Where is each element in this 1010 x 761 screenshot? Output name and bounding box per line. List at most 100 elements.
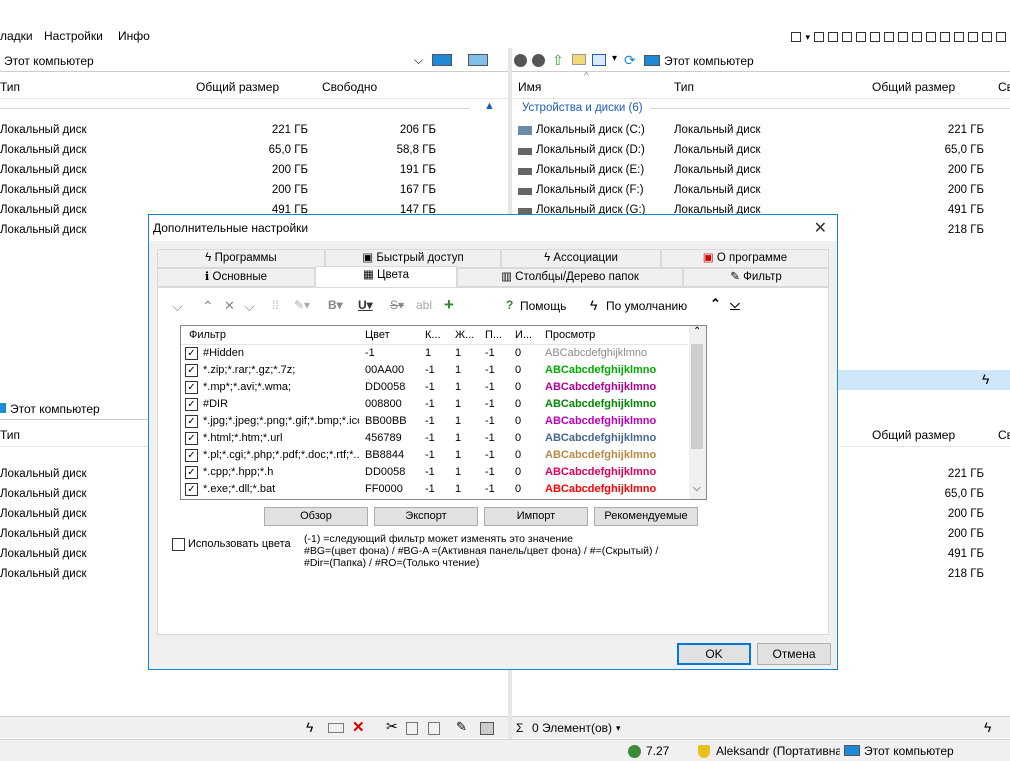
delete-icon[interactable]: ✕	[352, 718, 365, 736]
list-item[interactable]: 491 ГБ	[880, 548, 986, 568]
grid-col-preview[interactable]: Просмотр	[545, 329, 595, 341]
close-icon[interactable]: ✕	[814, 218, 827, 238]
layout-12-icon[interactable]	[968, 32, 978, 42]
items-dropdown-icon[interactable]: ▾	[616, 723, 621, 734]
back-icon[interactable]	[514, 54, 527, 67]
menu-item-info[interactable]: Инфо	[118, 29, 150, 43]
menu-item-settings[interactable]: Настройки	[44, 29, 103, 43]
computer-label[interactable]: Этот компьютер	[864, 744, 954, 758]
layout-9-icon[interactable]	[926, 32, 936, 42]
layout-7-icon[interactable]	[898, 32, 908, 42]
item-count[interactable]: 0 Элемент(ов)	[532, 721, 612, 735]
cancel-button[interactable]: Отмена	[757, 643, 831, 665]
grid-scrollbar[interactable]: ⌃ ⌵	[689, 326, 706, 499]
left-address-bar[interactable]: Этот компьютер ⌵	[0, 50, 508, 72]
user-label[interactable]: Aleksandr (Портативна	[716, 744, 840, 758]
list-item[interactable]: 221 ГБ	[880, 468, 986, 488]
tab-general[interactable]: ℹ Основные	[157, 268, 315, 287]
grid-col-p[interactable]: П...	[485, 329, 502, 341]
ok-button[interactable]: OK	[677, 643, 751, 665]
move-up-icon[interactable]: ⌃	[202, 298, 214, 315]
add-icon[interactable]: +	[444, 295, 454, 315]
grid-col-i[interactable]: И...	[515, 329, 532, 341]
help-button[interactable]: Помощь	[520, 299, 566, 313]
lightning-icon[interactable]: ϟ	[984, 719, 991, 735]
computer-icon[interactable]	[468, 54, 488, 66]
layout-13-icon[interactable]	[982, 32, 992, 42]
layout-8-icon[interactable]	[912, 32, 922, 42]
strikethrough-icon[interactable]: S▾	[390, 298, 404, 312]
version-label[interactable]: 7.27	[646, 744, 669, 758]
grid-row[interactable]: ✓ *.html;*.htm;*.url 456789 -1 1 -1 0 ABCabcdef…	[181, 430, 691, 447]
grid-row[interactable]: ✓ #DIR 008800 -1 1 -1 0 ABCabcdefghijklmno	[181, 396, 691, 413]
grid-row[interactable]: ✓ *.jpg;*.jpeg;*.png;*.gif;*.bmp;*.ico BB0…	[181, 413, 691, 430]
import-button[interactable]: Импорт	[484, 507, 588, 526]
layout-1-icon[interactable]	[814, 32, 824, 42]
use-colors-checkbox[interactable]	[172, 538, 185, 551]
list-item[interactable]: 65,0 ГБ	[880, 488, 986, 508]
browse-button[interactable]: Обзор	[264, 507, 368, 526]
view-dropdown-icon[interactable]: ▾	[612, 53, 617, 64]
list-item[interactable]: 218 ГБ	[880, 568, 986, 588]
grid-col-color[interactable]: Цвет	[365, 329, 390, 341]
copy-icon[interactable]	[406, 722, 418, 735]
grid-row[interactable]: ✓ *.zip;*.rar;*.gz;*.7z; 00AA00 -1 1 -1 0 ABCab…	[181, 362, 691, 379]
layout-6-icon[interactable]	[884, 32, 894, 42]
underline-icon[interactable]: U▾	[358, 298, 373, 312]
tab-columns-tree[interactable]: ▥ Столбцы/Дерево папок	[457, 268, 683, 287]
cut-icon[interactable]: ✂	[386, 718, 398, 735]
col-free[interactable]: Св	[998, 428, 1010, 442]
list-item[interactable]: 200 ГБ	[880, 528, 986, 548]
up-folder-icon[interactable]: ⇧	[552, 52, 564, 69]
grid-col-zh[interactable]: Ж...	[455, 329, 474, 341]
list-item[interactable]: Локальный диск 65,0 ГБ 58,8 ГБ	[0, 144, 508, 164]
address-dropdown-icon[interactable]: ⌵	[414, 53, 423, 68]
folder-icon[interactable]	[572, 54, 586, 65]
row-checkbox[interactable]: ✓	[185, 347, 198, 360]
layout-11-icon[interactable]	[954, 32, 964, 42]
menu-item-tabs[interactable]: ладки	[0, 29, 33, 43]
layout-2-icon[interactable]	[828, 32, 838, 42]
layout-5-icon[interactable]	[870, 32, 880, 42]
layout-3-icon[interactable]	[842, 32, 852, 42]
lightning-icon[interactable]: ϟ	[306, 719, 313, 735]
tab-about[interactable]: ▣ О программе	[661, 249, 829, 268]
grid-row[interactable]: ✓ *.pl;*.cgi;*.php;*.pdf;*.doc;*.rtf;*...…	[181, 447, 691, 464]
calculator-icon[interactable]	[480, 722, 494, 735]
expand-all-icon[interactable]: ⌵	[730, 296, 740, 312]
edit-icon[interactable]: ✎	[456, 719, 467, 735]
refresh-icon[interactable]: ⟳	[624, 52, 636, 69]
collapse-chevron-icon[interactable]: ▲	[484, 100, 495, 112]
list-item[interactable]: Локальный диск 200 ГБ 191 ГБ	[0, 164, 508, 184]
grid-col-k[interactable]: К...	[425, 329, 441, 341]
grid-row[interactable]: ✓ *.exe;*.dll;*.bat FF0000 -1 1 -1 0 ABCabcdefg…	[181, 481, 691, 498]
col-type[interactable]: Тип	[674, 80, 694, 94]
layout-4-icon[interactable]	[856, 32, 866, 42]
group-header[interactable]: Устройства и диски (6)	[522, 102, 643, 114]
tab-associations[interactable]: ϟ Ассоциации	[501, 249, 661, 268]
move-bottom-icon[interactable]: ⌵	[244, 298, 255, 315]
row-checkbox[interactable]: ✓	[185, 432, 198, 445]
col-free[interactable]: Свободно	[322, 80, 377, 94]
view-monitor-icon[interactable]	[432, 54, 452, 66]
remove-icon[interactable]: ✕	[224, 298, 235, 314]
col-total[interactable]: Общий размер	[196, 80, 279, 94]
row-checkbox[interactable]: ✓	[185, 364, 198, 377]
col-type[interactable]: Тип	[0, 80, 20, 94]
mail-icon[interactable]	[328, 723, 344, 733]
col-total[interactable]: Общий размер	[872, 428, 955, 442]
layout-10-icon[interactable]	[940, 32, 950, 42]
grid-row[interactable]: ✓ #Hidden -1 1 1 -1 0 ABCabcdefghijklmno	[181, 345, 691, 362]
col-total[interactable]: Общий размер	[872, 80, 955, 94]
col-type[interactable]: Тип	[0, 428, 20, 442]
paste-icon[interactable]	[428, 722, 440, 735]
bold-icon[interactable]: B▾	[328, 298, 343, 312]
layout-14-icon[interactable]	[996, 32, 1006, 42]
grid-row[interactable]: ✓ *.mp*;*.avi;*.wma; DD0058 -1 1 -1 0 ABCabcdef…	[181, 379, 691, 396]
row-checkbox[interactable]: ✓	[185, 449, 198, 462]
list-item[interactable]: Локальный диск (E:) Локальный диск 200 Г…	[512, 164, 1010, 184]
row-checkbox[interactable]: ✓	[185, 483, 198, 496]
list-item[interactable]: Локальный диск (D:) Локальный диск 65,0 …	[512, 144, 1010, 164]
view-mode-icon[interactable]	[592, 54, 606, 66]
row-checkbox[interactable]: ✓	[185, 398, 198, 411]
